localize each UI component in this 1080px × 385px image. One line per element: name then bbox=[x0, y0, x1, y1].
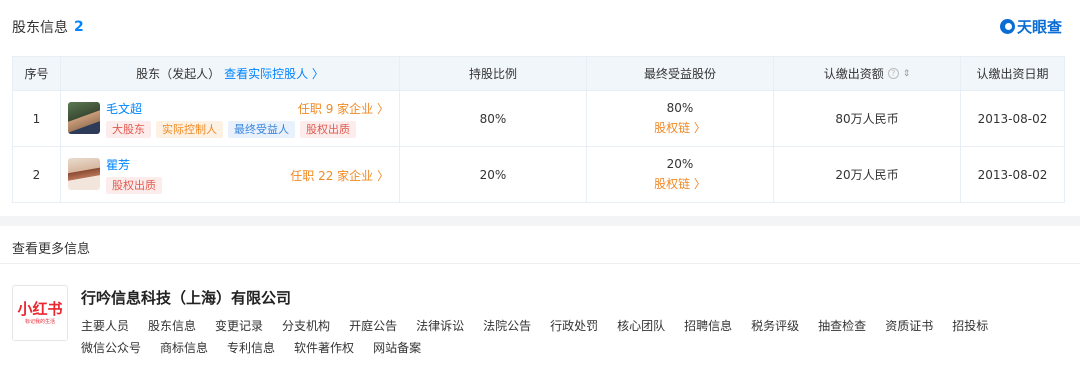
eye-logo-icon bbox=[999, 19, 1015, 34]
section-title: 股东信息 bbox=[12, 20, 68, 36]
view-controller-link[interactable]: 查看实际控股人 〉 bbox=[224, 65, 324, 82]
link-tax-rating[interactable]: 税务评级 bbox=[751, 318, 799, 334]
holder-name-link[interactable]: 毛文超 bbox=[106, 100, 142, 117]
more-info-title: 查看更多信息 bbox=[12, 242, 91, 257]
table-row: 2 瞿芳 股权出质 任职 22 家企业 〉 20% 20% 股权链 〉 20万人… bbox=[12, 146, 1065, 203]
col-holder: 股东（发起人） 查看实际控股人 〉 bbox=[60, 56, 400, 91]
tag-equity-pledge[interactable]: 股权出质 bbox=[300, 121, 356, 138]
logo-text: 小红书 bbox=[17, 299, 63, 318]
link-shareholders[interactable]: 股东信息 bbox=[148, 318, 196, 334]
holder-cell: 瞿芳 股权出质 任职 22 家企业 〉 bbox=[60, 146, 400, 203]
avatar[interactable] bbox=[68, 158, 100, 190]
help-icon[interactable]: ? bbox=[887, 68, 899, 79]
holder-tags: 大股东 实际控制人 最终受益人 股权出质 bbox=[106, 121, 356, 138]
link-change-records[interactable]: 变更记录 bbox=[215, 318, 263, 334]
link-software-copyright[interactable]: 软件著作权 bbox=[294, 340, 354, 356]
positions-label: 任职 9 家企业 bbox=[297, 102, 374, 116]
link-key-personnel[interactable]: 主要人员 bbox=[81, 318, 129, 334]
chevron-right-icon: 〉 bbox=[376, 169, 389, 183]
tag-actual-controller: 实际控制人 bbox=[156, 121, 223, 138]
final-share-cell: 80% 股权链 〉 bbox=[586, 90, 774, 147]
ratio-cell: 20% bbox=[399, 146, 587, 203]
row-index: 1 bbox=[12, 90, 61, 147]
chevron-right-icon: 〉 bbox=[376, 102, 389, 116]
col-ratio: 持股比例 bbox=[399, 56, 587, 91]
col-date: 认缴出资日期 bbox=[960, 56, 1065, 91]
final-share-value: 20% bbox=[666, 157, 694, 171]
tag-major-shareholder: 大股东 bbox=[106, 121, 151, 138]
link-website-filing[interactable]: 网站备案 bbox=[373, 340, 421, 356]
company-name-link[interactable]: 行吟信息科技（上海）有限公司 bbox=[81, 287, 291, 308]
company-info-links: 主要人员 股东信息 变更记录 分支机构 开庭公告 法律诉讼 法院公告 行政处罚 … bbox=[81, 318, 1041, 356]
shareholder-table: 序号 股东（发起人） 查看实际控股人 〉 持股比例 最终受益股份 认缴出资额 ?… bbox=[12, 56, 1065, 203]
final-share-cell: 20% 股权链 〉 bbox=[586, 146, 774, 203]
col-capital-label: 认缴出资额 bbox=[823, 67, 884, 81]
holder-tags: 股权出质 bbox=[106, 177, 162, 194]
row-index: 2 bbox=[12, 146, 61, 203]
chevron-right-icon: 〉 bbox=[693, 177, 706, 191]
col-holder-label: 股东（发起人） bbox=[136, 67, 221, 81]
equity-chain-label: 股权链 bbox=[654, 121, 691, 135]
date-cell: 2013-08-02 bbox=[960, 146, 1065, 203]
link-patents[interactable]: 专利信息 bbox=[227, 340, 275, 356]
capital-cell: 20万人民币 bbox=[773, 146, 961, 203]
link-wechat-account[interactable]: 微信公众号 bbox=[81, 340, 141, 356]
col-final-share: 最终受益股份 bbox=[586, 56, 774, 91]
link-court-sessions[interactable]: 开庭公告 bbox=[349, 318, 397, 334]
tag-ultimate-beneficiary: 最终受益人 bbox=[228, 121, 295, 138]
avatar[interactable] bbox=[68, 102, 100, 134]
final-share-value: 80% bbox=[666, 101, 694, 115]
holder-cell: 毛文超 大股东 实际控制人 最终受益人 股权出质 任职 9 家企业 〉 bbox=[60, 90, 400, 147]
equity-chain-label: 股权链 bbox=[654, 177, 691, 191]
equity-chain-link[interactable]: 股权链 〉 bbox=[654, 119, 706, 136]
positions-link[interactable]: 任职 22 家企业 〉 bbox=[290, 167, 389, 184]
holder-name-link[interactable]: 瞿芳 bbox=[106, 156, 130, 173]
positions-link[interactable]: 任职 9 家企业 〉 bbox=[298, 100, 389, 117]
section-divider bbox=[0, 216, 1080, 226]
company-logo[interactable]: 小红书 标记我的生活 bbox=[12, 285, 68, 341]
link-trademarks[interactable]: 商标信息 bbox=[160, 340, 208, 356]
col-index: 序号 bbox=[12, 56, 61, 91]
tag-equity-pledge[interactable]: 股权出质 bbox=[106, 177, 162, 194]
link-admin-penalties[interactable]: 行政处罚 bbox=[550, 318, 598, 334]
date-cell: 2013-08-02 bbox=[960, 90, 1065, 147]
ratio-cell: 80% bbox=[399, 90, 587, 147]
link-certificates[interactable]: 资质证书 bbox=[885, 318, 933, 334]
shareholder-section: 股东信息 2 天眼查 序号 股东（发起人） 查看实际控股人 〉 持股比例 最终受… bbox=[0, 0, 1080, 216]
table-header-row: 序号 股东（发起人） 查看实际控股人 〉 持股比例 最终受益股份 认缴出资额 ?… bbox=[12, 56, 1065, 91]
shareholder-count: 2 bbox=[74, 19, 84, 35]
chevron-right-icon: 〉 bbox=[311, 67, 324, 81]
capital-cell: 80万人民币 bbox=[773, 90, 961, 147]
section-header: 股东信息 2 bbox=[12, 17, 84, 37]
chevron-right-icon: 〉 bbox=[693, 121, 706, 135]
link-branches[interactable]: 分支机构 bbox=[282, 318, 330, 334]
link-recruitment[interactable]: 招聘信息 bbox=[684, 318, 732, 334]
view-controller-label: 查看实际控股人 bbox=[224, 67, 309, 81]
link-court-notices[interactable]: 法院公告 bbox=[483, 318, 531, 334]
equity-chain-link[interactable]: 股权链 〉 bbox=[654, 175, 706, 192]
col-capital[interactable]: 认缴出资额 ? ⇕ bbox=[773, 56, 961, 91]
link-lawsuits[interactable]: 法律诉讼 bbox=[416, 318, 464, 334]
tianyancha-logo[interactable]: 天眼查 bbox=[999, 16, 1062, 37]
divider bbox=[0, 263, 1080, 264]
link-spot-checks[interactable]: 抽查检查 bbox=[818, 318, 866, 334]
link-core-team[interactable]: 核心团队 bbox=[617, 318, 665, 334]
logo-subtext: 标记我的生活 bbox=[24, 318, 55, 325]
brand-name: 天眼查 bbox=[1016, 18, 1062, 36]
positions-label: 任职 22 家企业 bbox=[290, 169, 374, 183]
table-row: 1 毛文超 大股东 实际控制人 最终受益人 股权出质 任职 9 家企业 〉 80… bbox=[12, 90, 1065, 147]
sort-icon[interactable]: ⇕ bbox=[903, 69, 911, 79]
link-bidding[interactable]: 招投标 bbox=[952, 318, 988, 334]
